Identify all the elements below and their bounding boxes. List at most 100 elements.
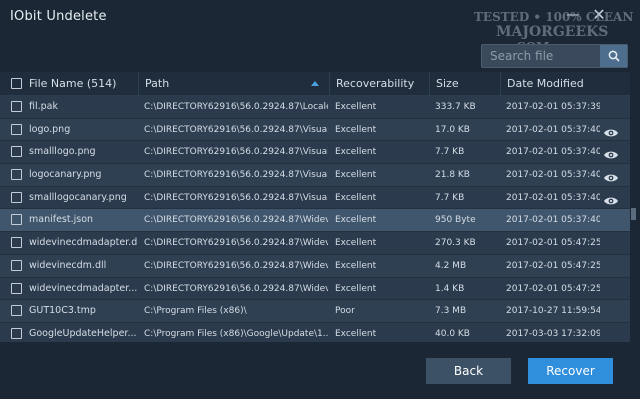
date-modified-cell: 2017-02-01 05:37:40 xyxy=(506,192,600,203)
select-all-checkbox[interactable] xyxy=(11,78,22,89)
file-name-cell: smalllogocanary.png xyxy=(29,191,127,203)
file-name-cell: GUT10C3.tmp xyxy=(29,305,96,317)
file-name-cell: logocanary.png xyxy=(29,169,102,181)
file-name-cell: smalllogo.png xyxy=(29,146,96,158)
table-row[interactable]: GUT10C3.tmp C:\Program Files (x86)\ Poor 7.… xyxy=(0,300,630,323)
table-row[interactable]: fil.pak C:\DIRECTORY62916\56.0.2924.87\Lo… xyxy=(0,96,630,119)
table-row[interactable]: logocanary.png C:\DIRECTORY62916\56.0.292… xyxy=(0,164,630,187)
column-header-recoverability[interactable]: Recoverability xyxy=(329,72,429,96)
preview-eye-icon[interactable] xyxy=(603,169,619,182)
column-header-date[interactable]: Date Modified xyxy=(500,72,630,96)
row-checkbox[interactable] xyxy=(11,282,22,294)
recoverability-cell: Excellent xyxy=(335,283,377,294)
size-cell: 950 Byte xyxy=(435,215,476,226)
file-name-cell: logo.png xyxy=(29,123,71,135)
close-button[interactable]: ✕ xyxy=(588,4,610,26)
date-modified-cell: 2017-02-01 05:37:40 xyxy=(506,215,600,226)
minimize-button[interactable]: — xyxy=(562,4,584,26)
row-checkbox[interactable] xyxy=(11,146,22,158)
table-row[interactable]: widevinecdmadapter.... C:\DIRECTORY62916\… xyxy=(0,277,630,301)
size-cell: 7.7 KB xyxy=(435,147,465,158)
recoverability-cell: Excellent xyxy=(335,124,377,135)
table-row[interactable]: widevinecdm.dll C:\DIRECTORY62916\56.0.29… xyxy=(0,254,630,278)
date-modified-cell: 2017-10-27 11:59:54 xyxy=(506,306,600,317)
title-bar: IObit Undelete — ✕ xyxy=(0,0,640,38)
recoverability-cell: Excellent xyxy=(335,102,377,112)
recoverability-cell: Poor xyxy=(335,306,355,317)
path-cell: C:\DIRECTORY62916\56.0.2924.87\Widevi... xyxy=(144,238,328,249)
column-header-size[interactable]: Size xyxy=(429,72,500,96)
preview-eye-icon[interactable] xyxy=(603,124,619,137)
recoverability-cell: Excellent xyxy=(335,260,377,271)
column-header-path[interactable]: Path xyxy=(138,72,329,96)
table-header: File Name (514) Path Recoverability Size… xyxy=(0,72,630,96)
size-cell: 270.3 KB xyxy=(435,238,476,249)
app-window: IObit Undelete — ✕ TESTED • 100% CLEAN M… xyxy=(0,0,640,399)
back-button[interactable]: Back xyxy=(426,358,511,384)
search-box xyxy=(481,44,628,68)
date-modified-cell: 2017-02-01 05:37:39 xyxy=(506,102,600,112)
file-name-cell: widevinecdmadapter.... xyxy=(29,282,137,294)
size-cell: 7.7 KB xyxy=(435,192,465,203)
app-title: IObit Undelete xyxy=(10,9,107,24)
column-header-recoverability-label: Recoverability xyxy=(336,77,415,90)
column-header-name[interactable]: File Name (514) xyxy=(0,72,138,96)
date-modified-cell: 2017-02-01 05:37:40 xyxy=(506,124,600,135)
size-cell: 7.3 MB xyxy=(435,306,467,317)
column-header-date-label: Date Modified xyxy=(507,77,584,90)
row-checkbox[interactable] xyxy=(11,123,22,135)
row-checkbox[interactable] xyxy=(11,327,22,339)
table-row[interactable]: smalllogo.png C:\DIRECTORY62916\56.0.2924… xyxy=(0,141,630,165)
path-cell: C:\DIRECTORY62916\56.0.2924.87\Widevi... xyxy=(144,215,328,226)
search-icon xyxy=(608,50,620,62)
table-row[interactable]: widevinecdmadapter.dll C:\DIRECTORY62916\… xyxy=(0,232,630,255)
file-table: File Name (514) Path Recoverability Size… xyxy=(0,72,630,346)
size-cell: 4.2 MB xyxy=(435,260,467,271)
row-checkbox[interactable] xyxy=(11,214,22,226)
search-input[interactable] xyxy=(482,45,600,67)
table-row[interactable]: smalllogocanary.png C:\DIRECTORY62916\56.… xyxy=(0,186,630,210)
search-button[interactable] xyxy=(600,45,627,67)
scrollbar-thumb[interactable] xyxy=(631,208,636,220)
file-name-cell: manifest.json xyxy=(29,214,94,226)
footer: Back Recover xyxy=(0,342,640,399)
date-modified-cell: 2017-02-01 05:37:40 xyxy=(506,147,600,158)
recoverability-cell: Excellent xyxy=(335,215,377,226)
file-name-cell: widevinecdmadapter.dll xyxy=(29,237,137,249)
date-modified-cell: 2017-02-01 05:47:25 xyxy=(506,283,600,294)
path-cell: C:\DIRECTORY62916\56.0.2924.87\VisualE..… xyxy=(144,147,328,158)
date-modified-cell: 2017-02-01 05:47:25 xyxy=(506,260,600,271)
vertical-scrollbar[interactable] xyxy=(631,96,636,342)
column-header-name-label: File Name (514) xyxy=(29,77,117,90)
path-cell: C:\DIRECTORY62916\56.0.2924.87\VisualE..… xyxy=(144,192,328,203)
size-cell: 17.0 KB xyxy=(435,124,470,135)
row-checkbox[interactable] xyxy=(11,191,22,203)
table-row[interactable]: logo.png C:\DIRECTORY62916\56.0.2924.87\V… xyxy=(0,118,630,142)
path-cell: C:\DIRECTORY62916\56.0.2924.87\Widevi... xyxy=(144,283,328,294)
row-checkbox[interactable] xyxy=(11,305,22,317)
preview-eye-icon[interactable] xyxy=(603,146,619,159)
preview-eye-icon[interactable] xyxy=(603,192,619,205)
size-cell: 21.8 KB xyxy=(435,170,470,181)
column-header-path-label: Path xyxy=(145,77,170,90)
file-name-cell: widevinecdm.dll xyxy=(29,259,107,271)
size-cell: 1.4 KB xyxy=(435,283,465,294)
path-cell: C:\DIRECTORY62916\56.0.2924.87\VisualE..… xyxy=(144,170,328,181)
row-checkbox[interactable] xyxy=(11,259,22,271)
file-name-cell: fil.pak xyxy=(29,101,58,112)
row-checkbox[interactable] xyxy=(11,237,22,249)
recoverability-cell: Excellent xyxy=(335,238,377,249)
row-checkbox[interactable] xyxy=(11,101,22,112)
sort-ascending-icon xyxy=(311,81,319,86)
recoverability-cell: Excellent xyxy=(335,192,377,203)
recover-button[interactable]: Recover xyxy=(528,358,613,384)
path-cell: C:\DIRECTORY62916\56.0.2924.87\VisualE..… xyxy=(144,124,328,135)
table-body: fil.pak C:\DIRECTORY62916\56.0.2924.87\Lo… xyxy=(0,96,630,346)
recoverability-cell: Excellent xyxy=(335,147,377,158)
column-header-size-label: Size xyxy=(436,77,459,90)
path-cell: C:\DIRECTORY62916\56.0.2924.87\Widevi... xyxy=(144,260,328,271)
table-row[interactable]: manifest.json C:\DIRECTORY62916\56.0.2924… xyxy=(0,209,630,233)
date-modified-cell: 2017-02-01 05:37:40 xyxy=(506,170,600,181)
row-checkbox[interactable] xyxy=(11,169,22,181)
size-cell: 333.7 KB xyxy=(435,102,476,112)
